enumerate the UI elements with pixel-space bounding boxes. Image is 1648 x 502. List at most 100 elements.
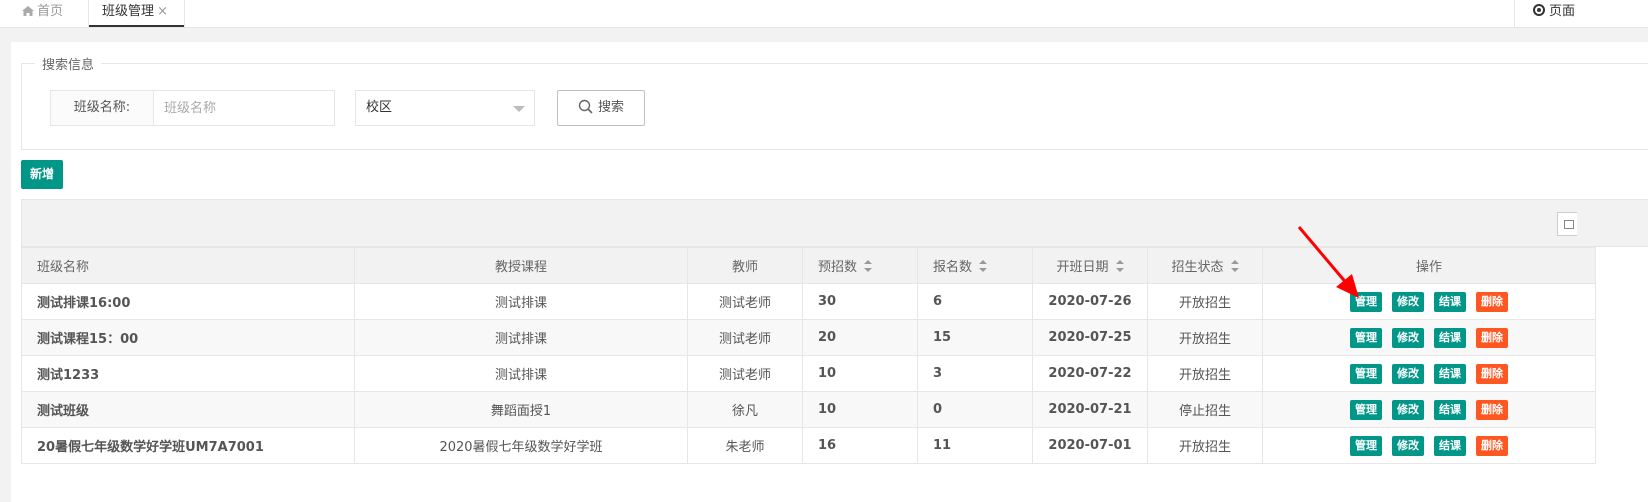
tab-bar: 首页 班级管理 × 页面 [0, 0, 1648, 28]
cell-course: 测试排课 [354, 355, 688, 392]
sort-icon[interactable] [864, 260, 873, 272]
cell-planned: 10 [802, 391, 918, 428]
edit-button[interactable]: 修改 [1392, 363, 1424, 384]
cell-course: 测试排课 [354, 319, 688, 356]
search-icon [578, 99, 593, 114]
edit-button[interactable]: 修改 [1392, 291, 1424, 312]
cell-class-name: 测试课程15：00 [21, 319, 355, 356]
cell-course: 2020暑假七年级数学好学班 [354, 427, 688, 464]
cell-enrolled: 3 [917, 355, 1033, 392]
finish-button[interactable]: 结课 [1434, 291, 1466, 312]
col-header-course[interactable]: 教授课程 [354, 247, 688, 284]
search-button-label: 搜索 [597, 100, 624, 115]
cell-start-date: 2020-07-01 [1032, 427, 1148, 464]
cell-planned: 20 [802, 319, 918, 356]
finish-button[interactable]: 结课 [1434, 435, 1466, 456]
tab-home-label: 首页 [37, 4, 64, 19]
finish-button[interactable]: 结课 [1434, 399, 1466, 420]
manage-button[interactable]: 管理 [1350, 327, 1382, 348]
delete-button[interactable]: 删除 [1476, 363, 1508, 384]
cell-class-name: 测试班级 [21, 391, 355, 428]
cell-status: 开放招生 [1147, 427, 1263, 464]
finish-button[interactable]: 结课 [1434, 327, 1466, 348]
page-operations-label: 页面 [1549, 4, 1576, 19]
search-button[interactable]: 搜索 [557, 90, 645, 126]
col-header-enrolled[interactable]: 报名数 [917, 247, 1033, 284]
delete-button[interactable]: 删除 [1476, 399, 1508, 420]
table-row[interactable]: 测试课程15：00 测试排课 测试老师 20 15 2020-07-25 开放招… [21, 319, 1596, 356]
cell-operations: 管理 修改 结课 删除 [1262, 355, 1596, 392]
cell-status: 停止招生 [1147, 391, 1263, 428]
campus-select-value: 校区 [366, 100, 393, 115]
col-header-planned[interactable]: 预招数 [802, 247, 918, 284]
tab-home[interactable]: 首页 [0, 0, 88, 27]
cell-planned: 10 [802, 355, 918, 392]
cell-operations: 管理 修改 结课 删除 [1262, 391, 1596, 428]
col-header-operations: 操作 [1262, 247, 1596, 284]
class-table: 班级名称 教授课程 教师 预招数 报名数 开班日期 招生状态 操作 测试排课16… [21, 247, 1596, 464]
col-header-teacher[interactable]: 教师 [687, 247, 803, 284]
cell-enrolled: 15 [917, 319, 1033, 356]
table-row[interactable]: 20暑假七年级数学好学班UM7A7001 2020暑假七年级数学好学班 朱老师 … [21, 427, 1596, 464]
cell-status: 开放招生 [1147, 355, 1263, 392]
delete-button[interactable]: 删除 [1476, 291, 1508, 312]
cell-operations: 管理 修改 结课 删除 [1262, 319, 1596, 356]
table-row[interactable]: 测试班级 舞蹈面授1 徐凡 10 0 2020-07-21 停止招生 管理 修改结… [21, 391, 1596, 428]
finish-button[interactable]: 结课 [1434, 363, 1466, 384]
cell-operations: 管理 修改 结课 删除 [1262, 427, 1596, 464]
table-header-row: 班级名称 教授课程 教师 预招数 报名数 开班日期 招生状态 操作 [21, 247, 1596, 284]
cell-teacher: 测试老师 [687, 319, 803, 356]
table-toolbar [21, 199, 1648, 247]
cell-class-name: 20暑假七年级数学好学班UM7A7001 [21, 427, 355, 464]
delete-button[interactable]: 删除 [1476, 327, 1508, 348]
cell-start-date: 2020-07-25 [1032, 319, 1148, 356]
cell-class-name: 测试排课16:00 [21, 283, 355, 320]
sort-icon[interactable] [1230, 260, 1239, 272]
cell-start-date: 2020-07-21 [1032, 391, 1148, 428]
cell-teacher: 测试老师 [687, 355, 803, 392]
sort-icon[interactable] [979, 260, 988, 272]
dropdown-arrow-icon [513, 106, 525, 112]
cell-teacher: 测试老师 [687, 283, 803, 320]
home-icon [22, 6, 34, 16]
cell-course: 测试排课 [354, 283, 688, 320]
sort-icon[interactable] [1115, 260, 1124, 272]
tab-class-management-label: 班级管理 [102, 4, 155, 19]
cell-planned: 16 [802, 427, 918, 464]
manage-button[interactable]: 管理 [1350, 363, 1382, 384]
edit-button[interactable]: 修改 [1392, 435, 1424, 456]
column-filter-icon[interactable] [1557, 212, 1577, 236]
manage-button[interactable]: 管理 [1350, 291, 1382, 312]
class-name-input[interactable] [153, 90, 335, 126]
cell-class-name: 测试1233 [21, 355, 355, 392]
delete-button[interactable]: 删除 [1476, 435, 1508, 456]
manage-button[interactable]: 管理 [1350, 399, 1382, 420]
cell-operations: 管理 修改 结课 删除 [1262, 283, 1596, 320]
edit-button[interactable]: 修改 [1392, 327, 1424, 348]
tab-class-management[interactable]: 班级管理 × [88, 0, 185, 27]
table-row[interactable]: 测试排课16:00 测试排课 测试老师 30 6 2020-07-26 开放招生… [21, 283, 1596, 320]
table-row[interactable]: 测试1233 测试排课 测试老师 10 3 2020-07-22 开放招生 管理… [21, 355, 1596, 392]
search-legend: 搜索信息 [42, 58, 95, 73]
col-header-status[interactable]: 招生状态 [1147, 247, 1263, 284]
class-name-label: 班级名称: [50, 90, 154, 126]
campus-select[interactable]: 校区 [355, 90, 535, 126]
col-header-class-name[interactable]: 班级名称 [21, 247, 355, 284]
active-tab-indicator [89, 25, 184, 27]
edit-button[interactable]: 修改 [1392, 399, 1424, 420]
manage-button[interactable]: 管理 [1350, 435, 1382, 456]
close-icon[interactable]: × [157, 0, 168, 24]
cell-start-date: 2020-07-26 [1032, 283, 1148, 320]
cell-teacher: 朱老师 [687, 427, 803, 464]
cell-status: 开放招生 [1147, 319, 1263, 356]
cell-teacher: 徐凡 [687, 391, 803, 428]
target-icon [1533, 4, 1545, 16]
cell-course: 舞蹈面授1 [354, 391, 688, 428]
page-operations-button[interactable]: 页面 [1514, 0, 1648, 27]
main-card: 搜索信息 班级名称: 校区 搜索 新增 班级名称 教授课程 教师 预招数 报名数… [11, 42, 1648, 502]
cell-enrolled: 6 [917, 283, 1033, 320]
cell-status: 开放招生 [1147, 283, 1263, 320]
add-button[interactable]: 新增 [21, 160, 63, 189]
cell-enrolled: 11 [917, 427, 1033, 464]
col-header-start-date[interactable]: 开班日期 [1032, 247, 1148, 284]
